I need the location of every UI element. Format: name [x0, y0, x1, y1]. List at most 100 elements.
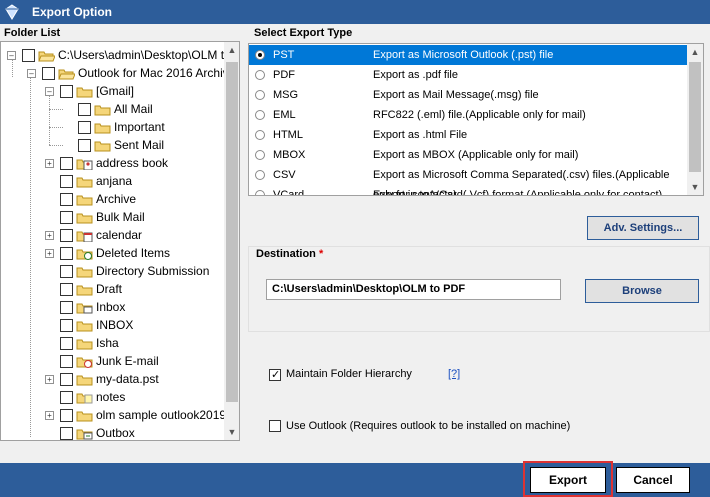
scroll-down-icon[interactable]: ▼: [687, 179, 703, 195]
collapse-toggle[interactable]: –: [27, 69, 36, 78]
expand-toggle[interactable]: +: [45, 375, 54, 384]
export-type-option[interactable]: MBOX Export as MBOX (Applicable only for …: [249, 145, 687, 165]
tree-item-checkbox[interactable]: [60, 157, 73, 170]
export-type-option[interactable]: PDF Export as .pdf file: [249, 65, 687, 85]
tree-item[interactable]: Bulk Mail: [1, 208, 223, 226]
collapse-toggle[interactable]: –: [45, 87, 54, 96]
tree-item[interactable]: – Outlook for Mac 2016 Archiv: [1, 64, 229, 82]
inbox-icon: [76, 303, 93, 314]
browse-button[interactable]: Browse: [585, 279, 699, 303]
tree-item[interactable]: + Deleted Items: [1, 244, 223, 262]
collapse-toggle[interactable]: –: [7, 51, 16, 60]
scroll-up-icon[interactable]: ▲: [224, 42, 239, 58]
tree-item[interactable]: Outbox: [1, 424, 223, 440]
use-outlook-checkbox[interactable]: [269, 420, 281, 432]
adv-settings-button[interactable]: Adv. Settings...: [587, 216, 699, 240]
expand-toggle[interactable]: +: [45, 231, 54, 240]
export-type-option[interactable]: HTML Export as .html File: [249, 125, 687, 145]
tree-item-checkbox[interactable]: [60, 247, 73, 260]
export-type-option[interactable]: MSG Export as Mail Message(.msg) file: [249, 85, 687, 105]
tree-item[interactable]: Important: [1, 118, 223, 136]
tree-item-label: Isha: [96, 336, 119, 350]
tree-guide-line: [49, 127, 63, 128]
tree-item-checkbox[interactable]: [60, 409, 73, 422]
destination-path-input[interactable]: C:\Users\admin\Desktop\OLM to PDF: [266, 279, 561, 300]
scroll-thumb[interactable]: [689, 62, 701, 172]
tree-item-checkbox[interactable]: [60, 193, 73, 206]
tree-item[interactable]: + olm sample outlook2019: [1, 406, 227, 424]
calendar-icon: [76, 231, 93, 242]
export-type-scrollbar[interactable]: ▲ ▼: [687, 44, 703, 195]
tree-item[interactable]: + address book: [1, 154, 223, 172]
folder-icon: [76, 177, 93, 188]
tree-item-checkbox[interactable]: [78, 139, 91, 152]
tree-item-checkbox[interactable]: [60, 319, 73, 332]
tree-item[interactable]: Isha: [1, 334, 223, 352]
tree-item-checkbox[interactable]: [60, 355, 73, 368]
maintain-hierarchy-checkbox[interactable]: [269, 368, 281, 381]
tree-item[interactable]: INBOX: [1, 316, 223, 334]
junk-icon: [76, 357, 93, 368]
tree-item[interactable]: Archive: [1, 190, 223, 208]
expand-toggle[interactable]: +: [45, 159, 54, 168]
tree-item[interactable]: anjana: [1, 172, 223, 190]
radio-button[interactable]: [255, 50, 265, 60]
tree-item[interactable]: Draft: [1, 280, 223, 298]
tree-item-checkbox[interactable]: [60, 391, 73, 404]
export-type-option[interactable]: EML RFC822 (.eml) file.(Applicable only f…: [249, 105, 687, 125]
tree-item[interactable]: + my-data.pst: [1, 370, 223, 388]
export-type-option[interactable]: CSV Export as Microsoft Comma Separated(.…: [249, 165, 687, 195]
expand-toggle[interactable]: +: [45, 249, 54, 258]
tree-item-label: Important: [114, 120, 165, 134]
export-button[interactable]: Export: [530, 467, 606, 493]
tree-item-checkbox[interactable]: [60, 229, 73, 242]
tree-item-checkbox[interactable]: [60, 283, 73, 296]
folder-icon: [76, 339, 93, 350]
tree-item-checkbox[interactable]: [60, 85, 73, 98]
tree-item[interactable]: + calendar: [1, 226, 223, 244]
tree-item-checkbox[interactable]: [78, 121, 91, 134]
tree-item-checkbox[interactable]: [60, 301, 73, 314]
scroll-down-icon[interactable]: ▼: [224, 424, 239, 440]
radio-button[interactable]: [255, 170, 265, 180]
tree-item[interactable]: Sent Mail: [1, 136, 223, 154]
cancel-button[interactable]: Cancel: [616, 467, 690, 493]
tree-item-checkbox[interactable]: [60, 211, 73, 224]
scroll-thumb[interactable]: [226, 62, 238, 402]
tree-item-checkbox[interactable]: [60, 337, 73, 350]
radio-button[interactable]: [255, 90, 265, 100]
tree-item-label: olm sample outlook2019: [96, 408, 227, 422]
tree-item-label: address book: [96, 156, 169, 170]
tree-item-checkbox[interactable]: [78, 103, 91, 116]
expand-toggle[interactable]: +: [45, 411, 54, 420]
radio-button[interactable]: [255, 110, 265, 120]
tree-item[interactable]: – [Gmail]: [1, 82, 223, 100]
tree-item-checkbox[interactable]: [60, 373, 73, 386]
export-type-option[interactable]: PST Export as Microsoft Outlook (.pst) fi…: [249, 45, 687, 65]
tree-item-checkbox[interactable]: [60, 175, 73, 188]
scroll-up-icon[interactable]: ▲: [687, 44, 703, 60]
export-type-heading: Select Export Type: [254, 27, 353, 39]
radio-button[interactable]: [255, 130, 265, 140]
tree-item[interactable]: – C:\Users\admin\Desktop\OLM t: [1, 46, 224, 64]
notes-icon: [76, 393, 93, 404]
folder-tree-scrollbar[interactable]: ▲ ▼: [224, 42, 239, 440]
radio-button[interactable]: [255, 190, 265, 195]
tree-item-checkbox[interactable]: [22, 49, 35, 62]
tree-item-checkbox[interactable]: [60, 265, 73, 278]
tree-item-label: Archive: [96, 192, 137, 206]
tree-item[interactable]: Directory Submission: [1, 262, 223, 280]
radio-button[interactable]: [255, 150, 265, 160]
tree-item-checkbox[interactable]: [60, 427, 73, 440]
folder-tree[interactable]: – C:\Users\admin\Desktop\OLM t – Outlook fo…: [0, 41, 240, 441]
export-type-option[interactable]: VCard Export in to VCard(.Vcf) format (Ap…: [249, 185, 687, 195]
help-link[interactable]: [?]: [448, 368, 460, 380]
open-folder-icon: [58, 69, 75, 80]
tree-item-checkbox[interactable]: [42, 67, 55, 80]
radio-button[interactable]: [255, 70, 265, 80]
export-type-list[interactable]: PST Export as Microsoft Outlook (.pst) fi…: [248, 43, 704, 196]
tree-item[interactable]: All Mail: [1, 100, 223, 118]
tree-item[interactable]: notes: [1, 388, 223, 406]
tree-item[interactable]: Inbox: [1, 298, 223, 316]
tree-item[interactable]: Junk E-mail: [1, 352, 223, 370]
